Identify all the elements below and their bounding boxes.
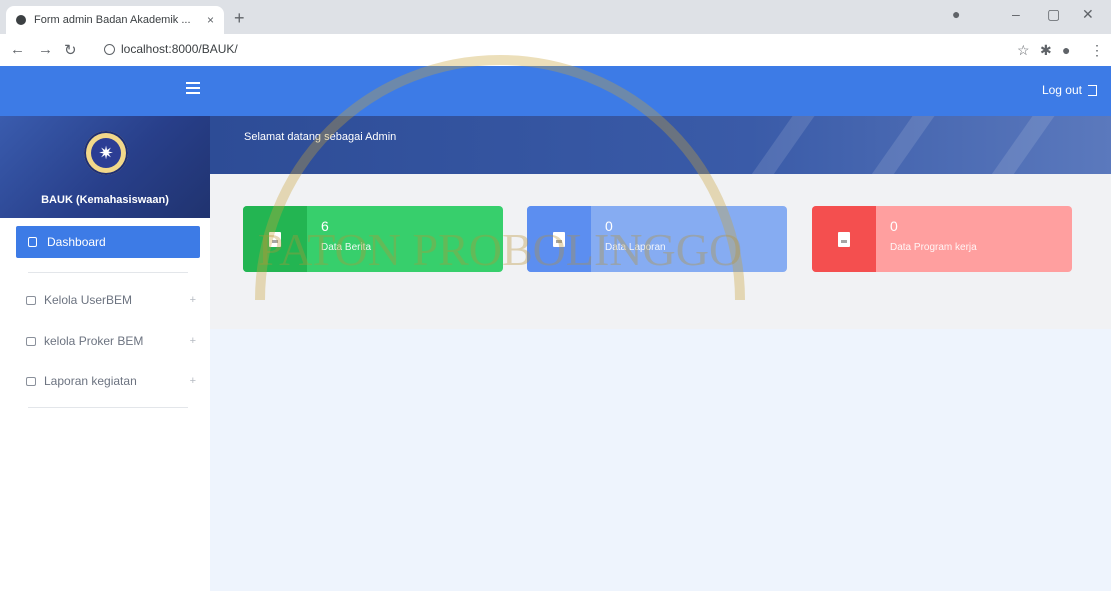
- tab-title: Form admin Badan Akademik ...: [34, 14, 191, 26]
- star-emblem-icon: ✷: [91, 138, 121, 168]
- logout-label: Log out: [1041, 83, 1082, 97]
- info-icon[interactable]: [104, 43, 115, 55]
- url-text: localhost:8000/BAUK/: [121, 42, 238, 56]
- welcome-banner: Selamat datang sebagai Admin: [210, 116, 1111, 174]
- banner-stripe: [854, 116, 944, 174]
- expand-icon[interactable]: +: [190, 294, 196, 306]
- app-header: Log out: [0, 66, 1111, 116]
- sidebar-item-kelola-proker[interactable]: kelola Proker BEM +: [26, 330, 196, 352]
- back-icon[interactable]: ←: [10, 41, 25, 58]
- document-icon: [269, 231, 281, 247]
- copy-icon: [26, 376, 36, 386]
- divider: [28, 272, 188, 273]
- sidebar-item-laporan-kegiatan[interactable]: Laporan kegiatan +: [26, 370, 196, 392]
- expand-icon[interactable]: +: [190, 375, 196, 387]
- new-tab-button[interactable]: +: [234, 8, 245, 29]
- reload-icon[interactable]: ↻: [64, 41, 77, 59]
- home-icon: [28, 237, 37, 247]
- stat-card-laporan[interactable]: 0 Data Laporan: [527, 206, 787, 272]
- org-logo: ✷: [84, 131, 128, 175]
- card-value: 0: [890, 218, 898, 234]
- card-icon-panel: [243, 206, 307, 272]
- divider: [28, 407, 188, 408]
- logout-icon: [1088, 84, 1097, 96]
- content-lower-area: [210, 329, 1111, 591]
- sidebar-item-dashboard[interactable]: Dashboard: [16, 226, 200, 258]
- sidebar-item-label: kelola Proker BEM: [44, 334, 144, 348]
- extensions-icon[interactable]: ✱: [1040, 42, 1052, 59]
- card-value: 6: [321, 218, 329, 234]
- logout-button[interactable]: Log out: [1042, 83, 1097, 97]
- welcome-text: Selamat datang sebagai Admin: [244, 131, 397, 143]
- stat-card-program-kerja[interactable]: 0 Data Program kerja: [812, 206, 1072, 272]
- expand-icon[interactable]: +: [190, 335, 196, 347]
- profile-avatar-icon[interactable]: ●: [1062, 42, 1070, 58]
- close-window-icon[interactable]: ✕: [1082, 6, 1094, 23]
- document-icon: [553, 231, 565, 247]
- sidebar-item-label: Dashboard: [47, 235, 106, 249]
- browser-tab-bar: Form admin Badan Akademik ... × + ● – ▢ …: [0, 0, 1111, 34]
- copy-icon: [26, 336, 36, 346]
- card-icon-panel: [527, 206, 591, 272]
- menu-dots-icon[interactable]: ⋮: [1090, 42, 1104, 59]
- card-icon-panel: [812, 206, 876, 272]
- sidebar-item-kelola-userbem[interactable]: Kelola UserBEM +: [26, 289, 196, 311]
- address-bar: ← → ↻ localhost:8000/BAUK/ ☆ ✱ ● ⋮: [0, 34, 1111, 67]
- maximize-icon[interactable]: ▢: [1047, 6, 1060, 23]
- copy-icon: [26, 295, 36, 305]
- sidebar-item-label: Laporan kegiatan: [44, 374, 137, 388]
- card-value: 0: [605, 218, 613, 234]
- minimize-icon[interactable]: –: [1012, 6, 1020, 22]
- card-label: Data Program kerja: [890, 242, 977, 253]
- card-label: Data Berita: [321, 242, 372, 253]
- banner-stripe: [974, 116, 1064, 174]
- org-title: BAUK (Kemahasiswaan): [41, 194, 169, 206]
- hamburger-menu-icon[interactable]: [186, 82, 200, 94]
- favicon-icon: [16, 15, 26, 25]
- tab-close-icon[interactable]: ×: [207, 13, 214, 27]
- url-field[interactable]: localhost:8000/BAUK/: [104, 42, 238, 56]
- card-label: Data Laporan: [605, 242, 666, 253]
- document-icon: [838, 231, 850, 247]
- sidebar: ✷ BAUK (Kemahasiswaan) Dashboard Kelola …: [0, 116, 210, 591]
- sidebar-header: ✷ BAUK (Kemahasiswaan): [0, 116, 210, 218]
- profile-dot-icon[interactable]: ●: [952, 6, 960, 22]
- bookmark-star-icon[interactable]: ☆: [1017, 42, 1030, 59]
- browser-tab[interactable]: Form admin Badan Akademik ... ×: [6, 6, 224, 34]
- stat-card-berita[interactable]: 6 Data Berita: [243, 206, 503, 272]
- forward-icon[interactable]: →: [38, 41, 53, 58]
- sidebar-item-label: Kelola UserBEM: [44, 293, 133, 307]
- banner-stripe: [734, 116, 824, 174]
